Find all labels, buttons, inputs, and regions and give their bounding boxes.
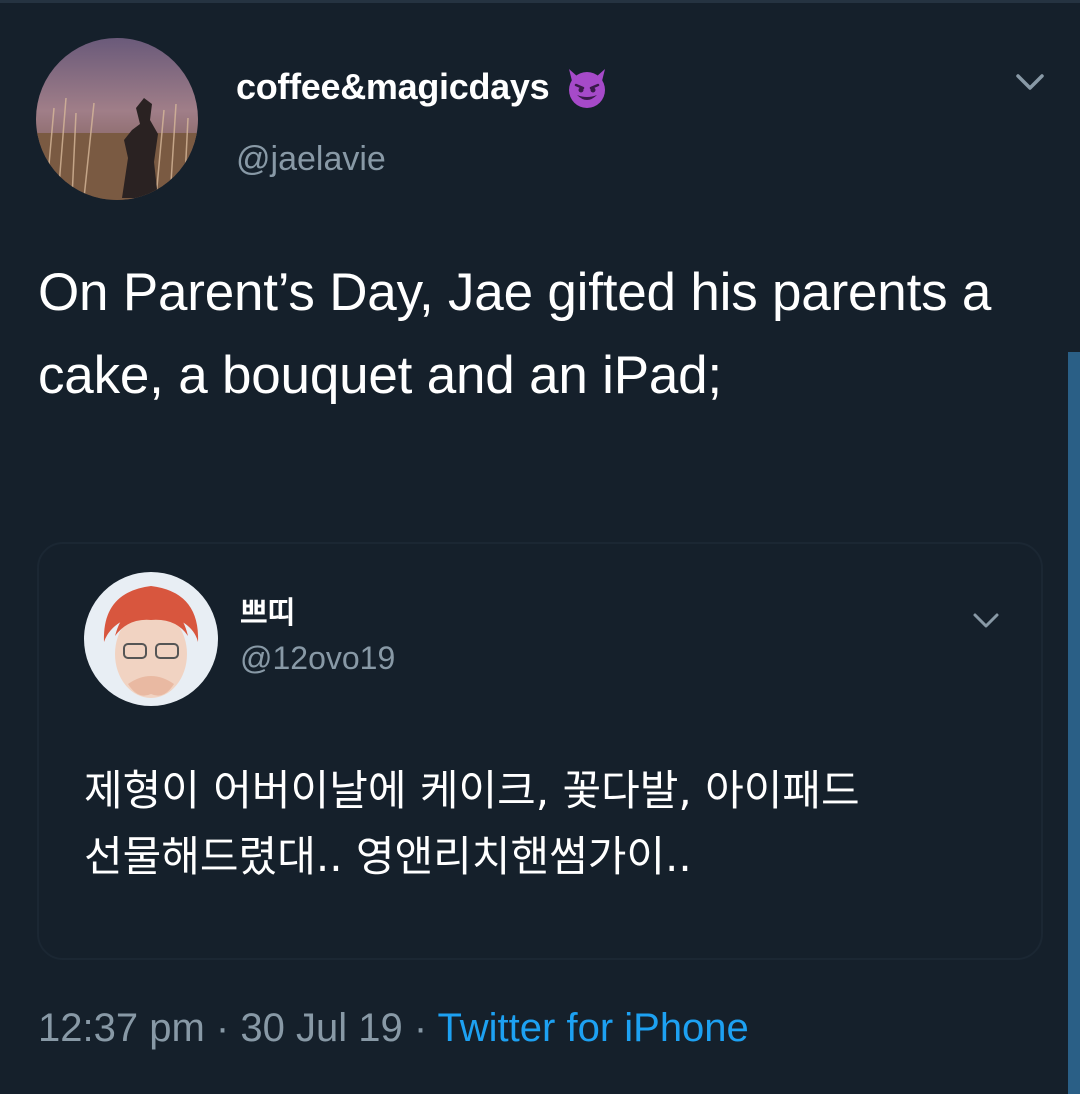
author-name-row[interactable]: coffee&magicdays: [236, 60, 611, 114]
quoted-author-display-name[interactable]: 쁘띠: [240, 588, 295, 632]
tweet-text: On Parent’s Day, Jae gifted his parents …: [38, 263, 992, 405]
meta-separator: ·: [215, 1006, 230, 1050]
tweet-source-link[interactable]: Twitter for iPhone: [438, 1006, 749, 1050]
quoted-author-avatar[interactable]: [84, 572, 218, 706]
tweet-time[interactable]: 12:37 pm: [38, 1006, 205, 1050]
author-handle[interactable]: @jaelavie: [236, 140, 386, 179]
top-divider: [0, 0, 1080, 3]
quoted-tweet-text: 제형이 어버이날에 케이크, 꽃다발, 아이패드 선물해드렸대.. 영앤리치핸썸…: [84, 766, 860, 881]
scrollbar[interactable]: [1068, 352, 1080, 1094]
meta-separator: ·: [413, 1006, 428, 1050]
quoted-author-handle[interactable]: @12ovo19: [240, 640, 395, 677]
author-avatar[interactable]: [36, 38, 198, 200]
tweet-meta: 12:37 pm · 30 Jul 19 · Twitter for iPhon…: [38, 1006, 749, 1051]
chevron-down-icon[interactable]: [1008, 66, 1052, 100]
smiling-devil-icon: [563, 63, 611, 111]
author-display-name[interactable]: coffee&magicdays: [236, 66, 550, 108]
chevron-down-icon[interactable]: [966, 606, 1006, 636]
tweet-date[interactable]: 30 Jul 19: [240, 1006, 402, 1050]
